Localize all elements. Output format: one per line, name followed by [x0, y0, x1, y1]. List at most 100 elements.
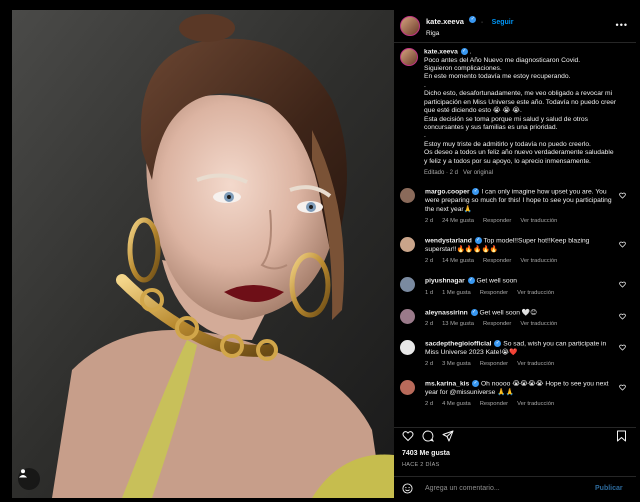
caption-line: concursantes y sus familias es una prior… — [424, 123, 558, 131]
more-options-icon[interactable]: ••• — [616, 20, 628, 30]
translate-link[interactable]: Ver traducción — [517, 361, 554, 367]
caption-line: En este momento todavía me estoy recuper… — [424, 73, 571, 81]
caption-line: participación en Miss Universe este año.… — [424, 98, 617, 106]
post-modal: kate.xeeva ✓ · Seguir Riga ••• kate.xeev… — [12, 10, 636, 498]
caption-avatar[interactable] — [400, 48, 418, 66]
comment-time: 2 d — [425, 361, 434, 368]
heart-icon[interactable] — [402, 430, 414, 442]
comment-likes[interactable]: 13 Me gusta — [442, 321, 474, 327]
caption-line: Siguieron complicaciones. — [424, 65, 502, 73]
emoji-icon[interactable] — [402, 482, 413, 494]
publish-button[interactable]: Publicar — [595, 485, 623, 492]
post-timestamp: HACE 2 DÍAS — [402, 462, 440, 468]
comment-heart-icon[interactable] — [619, 384, 626, 391]
comment-item: ms.karina_kis ✓ Oh noooo 😭😭😭😭 Hope to se… — [400, 380, 628, 409]
caption-line: . — [424, 132, 426, 140]
follow-button[interactable]: Seguir — [492, 19, 514, 26]
verified-badge-icon: ✓ — [467, 277, 475, 285]
caption-line: Dicho esto, desafortunadamente, me veo o… — [424, 90, 613, 98]
comment-icon[interactable] — [422, 430, 434, 442]
see-original-link[interactable]: Ver original — [463, 170, 493, 176]
commenter-username[interactable]: ms.karina_kis — [425, 380, 469, 387]
comment-item: sacdepthegioiofficial ✓ So sad, wish you… — [400, 339, 628, 369]
tag-user-icon — [19, 469, 27, 478]
translate-link[interactable]: Ver traducción — [517, 290, 554, 296]
comment-time: 2 d — [425, 321, 434, 328]
commenter-username[interactable]: aleynassirinn — [425, 309, 468, 316]
reply-button[interactable]: Responder — [480, 401, 508, 407]
commenter-avatar[interactable] — [400, 277, 415, 293]
comment-likes[interactable]: 1 Me gusta — [442, 290, 471, 296]
reply-button[interactable]: Responder — [483, 218, 511, 224]
commenter-avatar[interactable] — [400, 188, 415, 204]
caption-edited: Editado · 2 d — [424, 169, 459, 176]
verified-badge-icon: ✓ — [460, 48, 468, 55]
caption-line: . — [424, 81, 426, 89]
caption-username[interactable]: kate.xeeva — [424, 48, 458, 55]
comment-likes[interactable]: 4 Me gusta — [442, 401, 471, 407]
comment-time: 2 d — [425, 401, 434, 408]
commenter-avatar[interactable] — [400, 339, 415, 355]
commenter-username[interactable]: piyushnagar — [425, 277, 465, 284]
commenter-avatar[interactable] — [400, 380, 415, 395]
comments-feed[interactable]: kate.xeeva ✓ . Poco antes del Año Nuevo … — [394, 42, 636, 427]
verified-badge-icon: ✓ — [472, 380, 480, 387]
verified-badge-icon: ✓ — [494, 339, 502, 347]
author-avatar[interactable] — [400, 16, 420, 36]
verified-badge-icon: ✓ — [472, 188, 480, 196]
author-username[interactable]: kate.xeeva — [426, 17, 464, 26]
comment-heart-icon[interactable] — [619, 281, 626, 288]
commenter-username[interactable]: margo.cooper — [425, 189, 470, 196]
action-bar — [394, 428, 636, 448]
post-location[interactable]: Riga — [426, 28, 513, 39]
comment-likes[interactable]: 24 Me gusta — [442, 218, 474, 224]
comment-time: 2 d — [425, 218, 434, 225]
add-comment-input[interactable]: Agrega un comentario... — [425, 485, 595, 492]
verified-badge-icon: ✓ — [470, 308, 478, 316]
comment-heart-icon[interactable] — [619, 344, 626, 351]
reply-button[interactable]: Responder — [483, 321, 511, 327]
like-count[interactable]: 7403 Me gusta — [402, 450, 450, 457]
post-header: kate.xeeva ✓ · Seguir Riga ••• — [394, 10, 636, 42]
comment-likes[interactable]: 14 Me gusta — [442, 258, 474, 264]
caption-line: Poco antes del Año Nuevo me diagnosticar… — [424, 56, 581, 64]
translate-link[interactable]: Ver traducción — [520, 258, 557, 264]
footer-divider — [394, 476, 636, 477]
commenter-avatar[interactable] — [400, 308, 415, 324]
comment-likes[interactable]: 3 Me gusta — [442, 361, 471, 367]
comment-item: piyushnagar ✓ Get well soon 1 d 1 Me gusta… — [400, 277, 628, 297]
comment-item: aleynassirinn ✓ Get well soon 🤍😊 2 d 13 Me… — [400, 308, 628, 329]
reply-button[interactable]: Responder — [480, 361, 508, 367]
comment-text: Get well soon — [476, 277, 518, 285]
caption-line: que esté diciendo esto 😭 😭 😭. — [424, 107, 522, 115]
translate-link[interactable]: Ver traducción — [520, 321, 557, 327]
share-icon[interactable] — [442, 430, 454, 442]
caption-line: y feliz y a todos por su apoyo, lo aprec… — [424, 157, 591, 165]
comment-item: wendystarland ✓ Top model!!Super hot!!Ke… — [400, 237, 628, 266]
verified-badge-icon: ✓ — [474, 237, 482, 244]
comment-list: margo.cooper ✓ I can only imagine how up… — [400, 188, 628, 409]
commenter-username[interactable]: wendystarland — [425, 237, 472, 244]
comment-heart-icon[interactable] — [619, 192, 626, 199]
caption-line: Estoy muy triste de admitirlo y todavía … — [424, 140, 591, 148]
verified-badge-icon: ✓ — [469, 15, 477, 23]
bookmark-icon[interactable] — [616, 430, 627, 442]
post-photo[interactable] — [12, 10, 394, 498]
translate-link[interactable]: Ver traducción — [517, 401, 554, 407]
tag-user-button[interactable] — [18, 468, 40, 490]
caption-line: Os deseo a todos un feliz año nuevo verd… — [424, 149, 614, 157]
post-details-panel: kate.xeeva ✓ · Seguir Riga ••• kate.xeev… — [394, 10, 636, 498]
caption-text: Poco antes del Año Nuevo me diagnosticar… — [424, 57, 616, 166]
translate-link[interactable]: Ver traducción — [520, 218, 557, 224]
caption-line: Esta decisión se toma porque mi salud y … — [424, 115, 588, 123]
comment-time: 1 d — [425, 289, 434, 296]
post-caption: kate.xeeva ✓ . Poco antes del Año Nuevo … — [400, 48, 628, 177]
reply-button[interactable]: Responder — [480, 290, 508, 296]
add-comment-row: Agrega un comentario... Publicar — [394, 478, 636, 498]
commenter-username[interactable]: sacdepthegioiofficial — [425, 340, 492, 347]
comment-heart-icon[interactable] — [619, 313, 626, 320]
commenter-avatar[interactable] — [400, 237, 415, 252]
comment-item: margo.cooper ✓ I can only imagine how up… — [400, 188, 628, 226]
comment-heart-icon[interactable] — [619, 241, 626, 248]
reply-button[interactable]: Responder — [483, 258, 511, 264]
